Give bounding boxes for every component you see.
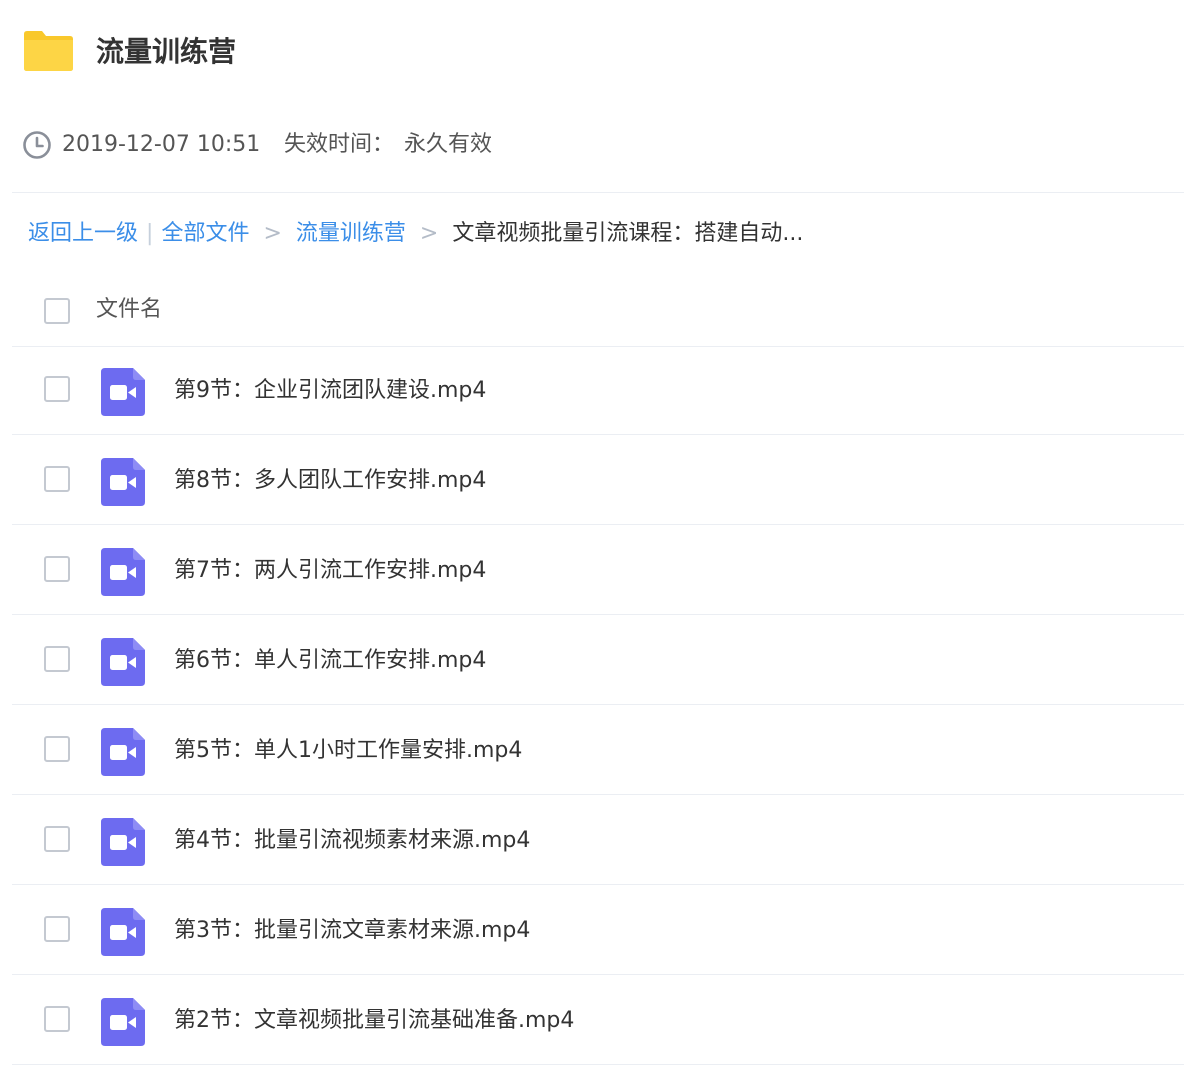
video-icon	[101, 458, 145, 506]
file-row[interactable]: 第7节：两人引流工作安排.mp4	[0, 526, 1184, 616]
file-name[interactable]: 第6节：单人引流工作安排.mp4	[174, 644, 486, 678]
file-name[interactable]: 第7节：两人引流工作安排.mp4	[174, 554, 486, 588]
video-icon	[101, 548, 145, 596]
header-divider	[12, 192, 1184, 193]
file-row[interactable]: 第8节：多人团队工作安排.mp4	[0, 436, 1184, 526]
file-checkbox[interactable]	[44, 916, 70, 942]
breadcrumb-separator: |	[146, 221, 154, 246]
video-icon	[101, 368, 145, 416]
file-checkbox[interactable]	[44, 376, 70, 402]
file-row[interactable]: 第5节：单人1小时工作量安排.mp4	[0, 706, 1184, 796]
file-checkbox[interactable]	[44, 466, 70, 492]
list-header: 文件名	[0, 288, 1184, 334]
file-name[interactable]: 第3节：批量引流文章素材来源.mp4	[174, 914, 530, 948]
video-icon	[101, 638, 145, 686]
file-name[interactable]: 第4节：批量引流视频素材来源.mp4	[174, 824, 530, 858]
parent-folder-link[interactable]: 流量训练营	[296, 218, 406, 250]
file-row[interactable]: 第6节：单人引流工作安排.mp4	[0, 616, 1184, 706]
video-icon	[101, 818, 145, 866]
expire-value: 永久有效	[404, 132, 493, 157]
row-divider	[12, 434, 1184, 435]
row-divider	[12, 524, 1184, 525]
share-meta: 2019-12-07 10:51 失效时间： 永久有效	[0, 122, 1184, 166]
breadcrumb-arrow: >	[263, 221, 282, 246]
expire-label: 失效时间：	[284, 132, 395, 157]
file-checkbox[interactable]	[44, 556, 70, 582]
row-divider	[12, 974, 1184, 975]
select-all-checkbox[interactable]	[44, 298, 70, 324]
folder-icon	[24, 31, 73, 71]
share-date: 2019-12-07 10:51	[62, 132, 261, 157]
file-row[interactable]: 第4节：批量引流视频素材来源.mp4	[0, 796, 1184, 886]
file-name[interactable]: 第8节：多人团队工作安排.mp4	[174, 464, 486, 498]
file-row[interactable]: 第3节：批量引流文章素材来源.mp4	[0, 886, 1184, 976]
current-folder: 文章视频批量引流课程：搭建自动...	[452, 221, 804, 246]
row-divider	[12, 884, 1184, 885]
row-divider	[12, 704, 1184, 705]
file-checkbox[interactable]	[44, 1006, 70, 1032]
folder-header: 流量训练营	[0, 0, 1184, 100]
clock-icon	[23, 131, 51, 159]
all-files-link[interactable]: 全部文件	[161, 218, 249, 250]
breadcrumb-arrow: >	[419, 221, 439, 246]
file-row[interactable]: 第2节：文章视频批量引流基础准备.mp4	[0, 976, 1184, 1066]
column-header-filename: 文件名	[96, 297, 163, 322]
file-checkbox[interactable]	[44, 646, 70, 672]
video-icon	[101, 908, 145, 956]
back-link[interactable]: 返回上一级	[28, 218, 138, 250]
file-name[interactable]: 第2节：文章视频批量引流基础准备.mp4	[174, 1004, 574, 1038]
row-divider	[12, 614, 1184, 615]
file-row[interactable]: 第9节：企业引流团队建设.mp4	[0, 346, 1184, 436]
video-icon	[101, 998, 145, 1046]
row-divider	[12, 1064, 1184, 1065]
video-icon	[101, 728, 145, 776]
file-name[interactable]: 第9节：企业引流团队建设.mp4	[174, 374, 486, 408]
file-name[interactable]: 第5节：单人1小时工作量安排.mp4	[174, 734, 522, 768]
file-checkbox[interactable]	[44, 736, 70, 762]
breadcrumb: 返回上一级 | 全部文件 > 流量训练营 > 文章视频批量引流课程：搭建自动..…	[28, 218, 803, 250]
file-checkbox[interactable]	[44, 826, 70, 852]
row-divider	[12, 794, 1184, 795]
folder-title: 流量训练营	[96, 35, 237, 68]
